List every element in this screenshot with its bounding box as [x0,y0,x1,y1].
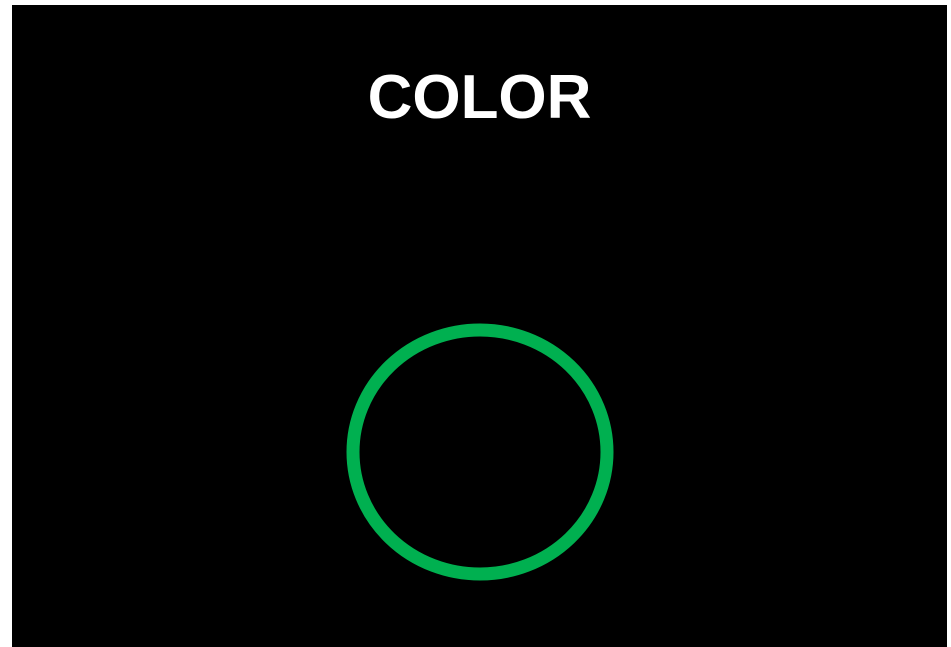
circle-outline-shape [346,323,614,581]
slide-canvas: COLOR [12,5,947,647]
slide-title: COLOR [367,63,592,132]
green-circle-ring [346,323,614,581]
